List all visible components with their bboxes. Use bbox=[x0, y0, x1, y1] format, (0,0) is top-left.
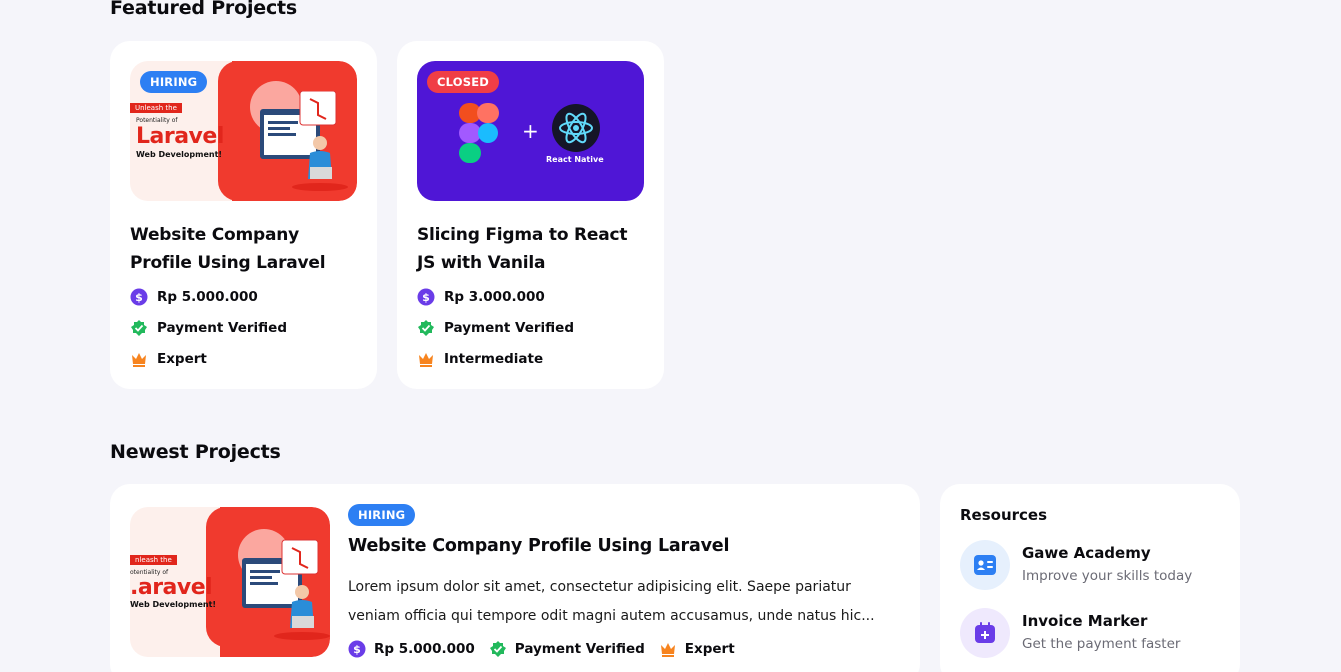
dollar-icon: $ bbox=[417, 288, 435, 306]
project-level: Expert bbox=[130, 350, 207, 368]
resource-subtitle: Improve your skills today bbox=[1022, 568, 1193, 584]
price-text: Rp 5.000.000 bbox=[374, 641, 475, 657]
project-title[interactable]: Website Company Profile Using Laravel bbox=[348, 536, 729, 556]
hiring-badge: HIRING bbox=[140, 71, 208, 93]
project-payment: Payment Verified bbox=[489, 640, 645, 658]
resources-title: Resources bbox=[960, 506, 1048, 524]
resource-subtitle: Get the payment faster bbox=[1022, 636, 1181, 652]
developer-illustration bbox=[242, 539, 330, 640]
project-title[interactable]: Slicing Figma to React JS with Vanila bbox=[417, 221, 647, 277]
level-text: Expert bbox=[684, 641, 735, 657]
closed-badge: CLOSED bbox=[427, 71, 500, 93]
project-meta: $ Rp 5.000.000 Payment Verified Expert bbox=[348, 640, 735, 658]
project-price: $ Rp 3.000.000 bbox=[417, 288, 545, 306]
thumb-small-text: Potentiality of bbox=[136, 117, 178, 124]
newest-projects-title: Newest Projects bbox=[110, 441, 281, 463]
project-payment: Payment Verified bbox=[417, 319, 574, 337]
react-native-label: React Native bbox=[546, 155, 604, 164]
price-text: Rp 5.000.000 bbox=[157, 289, 258, 305]
verified-icon bbox=[417, 319, 435, 337]
project-level: Expert bbox=[659, 640, 735, 658]
thumb-tagline: nleash the bbox=[130, 555, 177, 565]
featured-project-card[interactable]: Unleash the Potentiality of Laravel Web … bbox=[110, 41, 377, 389]
payment-text: Payment Verified bbox=[514, 641, 645, 657]
project-thumbnail: + React Native CLOSED bbox=[417, 61, 644, 201]
project-thumbnail: Unleash the Potentiality of Laravel Web … bbox=[130, 61, 357, 201]
featured-project-card[interactable]: + React Native CLOSED Slicing Figma to R… bbox=[397, 41, 664, 389]
dollar-icon: $ bbox=[130, 288, 148, 306]
plus-sign: + bbox=[522, 119, 539, 143]
hiring-badge: HIRING bbox=[348, 504, 416, 526]
thumb-sub-text: Web Development! bbox=[136, 150, 223, 159]
svg-text:$: $ bbox=[422, 291, 430, 304]
level-text: Expert bbox=[157, 351, 207, 367]
crown-icon bbox=[417, 350, 435, 368]
developer-illustration bbox=[260, 91, 348, 191]
thumb-big-text: Laravel bbox=[136, 124, 224, 149]
thumb-sub-text: Web Development! bbox=[130, 600, 217, 609]
payment-text: Payment Verified bbox=[157, 320, 287, 336]
svg-text:$: $ bbox=[135, 291, 143, 304]
resources-card: Resources Gawe Academy Improve your skil… bbox=[940, 484, 1240, 672]
resource-item-invoice-marker[interactable]: Invoice Marker Get the payment faster bbox=[960, 608, 1180, 658]
price-text: Rp 3.000.000 bbox=[444, 289, 545, 305]
resource-name: Invoice Marker bbox=[1022, 612, 1148, 630]
project-price: $ Rp 5.000.000 bbox=[348, 640, 475, 658]
calendar-plus-icon bbox=[960, 608, 1010, 658]
newest-project-card[interactable]: nleash the otentiality of .aravel Web De… bbox=[110, 484, 920, 672]
crown-icon bbox=[130, 350, 148, 368]
project-description: Lorem ipsum dolor sit amet, consectetur … bbox=[348, 579, 875, 624]
resource-name: Gawe Academy bbox=[1022, 544, 1151, 562]
verified-icon bbox=[489, 640, 507, 658]
crown-icon bbox=[659, 640, 677, 658]
react-logo-icon bbox=[552, 104, 600, 152]
project-level: Intermediate bbox=[417, 350, 543, 368]
resource-item-gawe-academy[interactable]: Gawe Academy Improve your skills today bbox=[960, 540, 1192, 590]
verified-icon bbox=[130, 319, 148, 337]
figma-logo-icon bbox=[459, 103, 499, 163]
project-thumbnail: nleash the otentiality of .aravel Web De… bbox=[130, 507, 330, 657]
project-price: $ Rp 5.000.000 bbox=[130, 288, 258, 306]
svg-text:$: $ bbox=[353, 643, 361, 656]
level-text: Intermediate bbox=[444, 351, 544, 367]
thumb-tagline: Unleash the bbox=[130, 103, 182, 113]
thumb-big-text: .aravel bbox=[130, 575, 213, 600]
featured-projects-title: Featured Projects bbox=[110, 0, 297, 19]
dollar-icon: $ bbox=[348, 640, 366, 658]
payment-text: Payment Verified bbox=[444, 320, 574, 336]
id-card-icon bbox=[960, 540, 1010, 590]
project-payment: Payment Verified bbox=[130, 319, 287, 337]
project-title[interactable]: Website Company Profile Using Laravel bbox=[130, 221, 360, 277]
